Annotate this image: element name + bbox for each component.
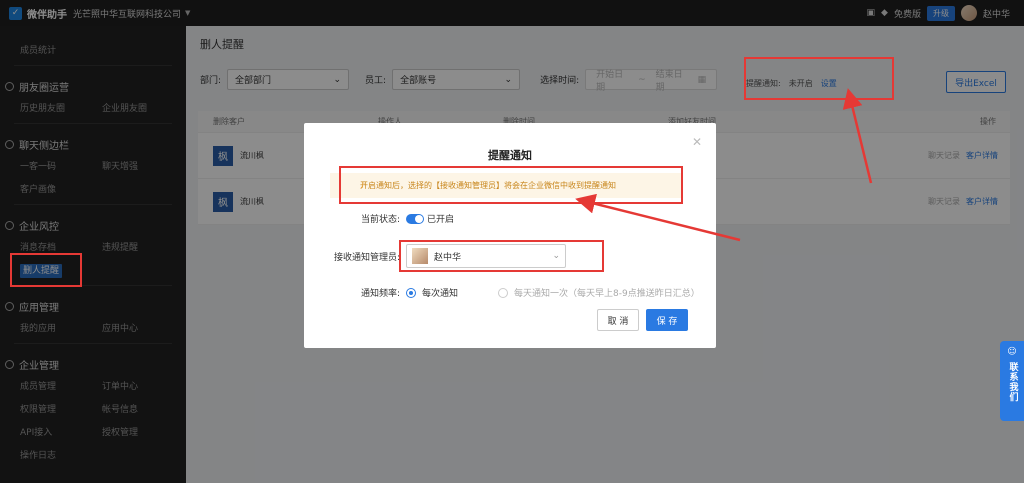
annotation-arrows <box>575 88 873 242</box>
